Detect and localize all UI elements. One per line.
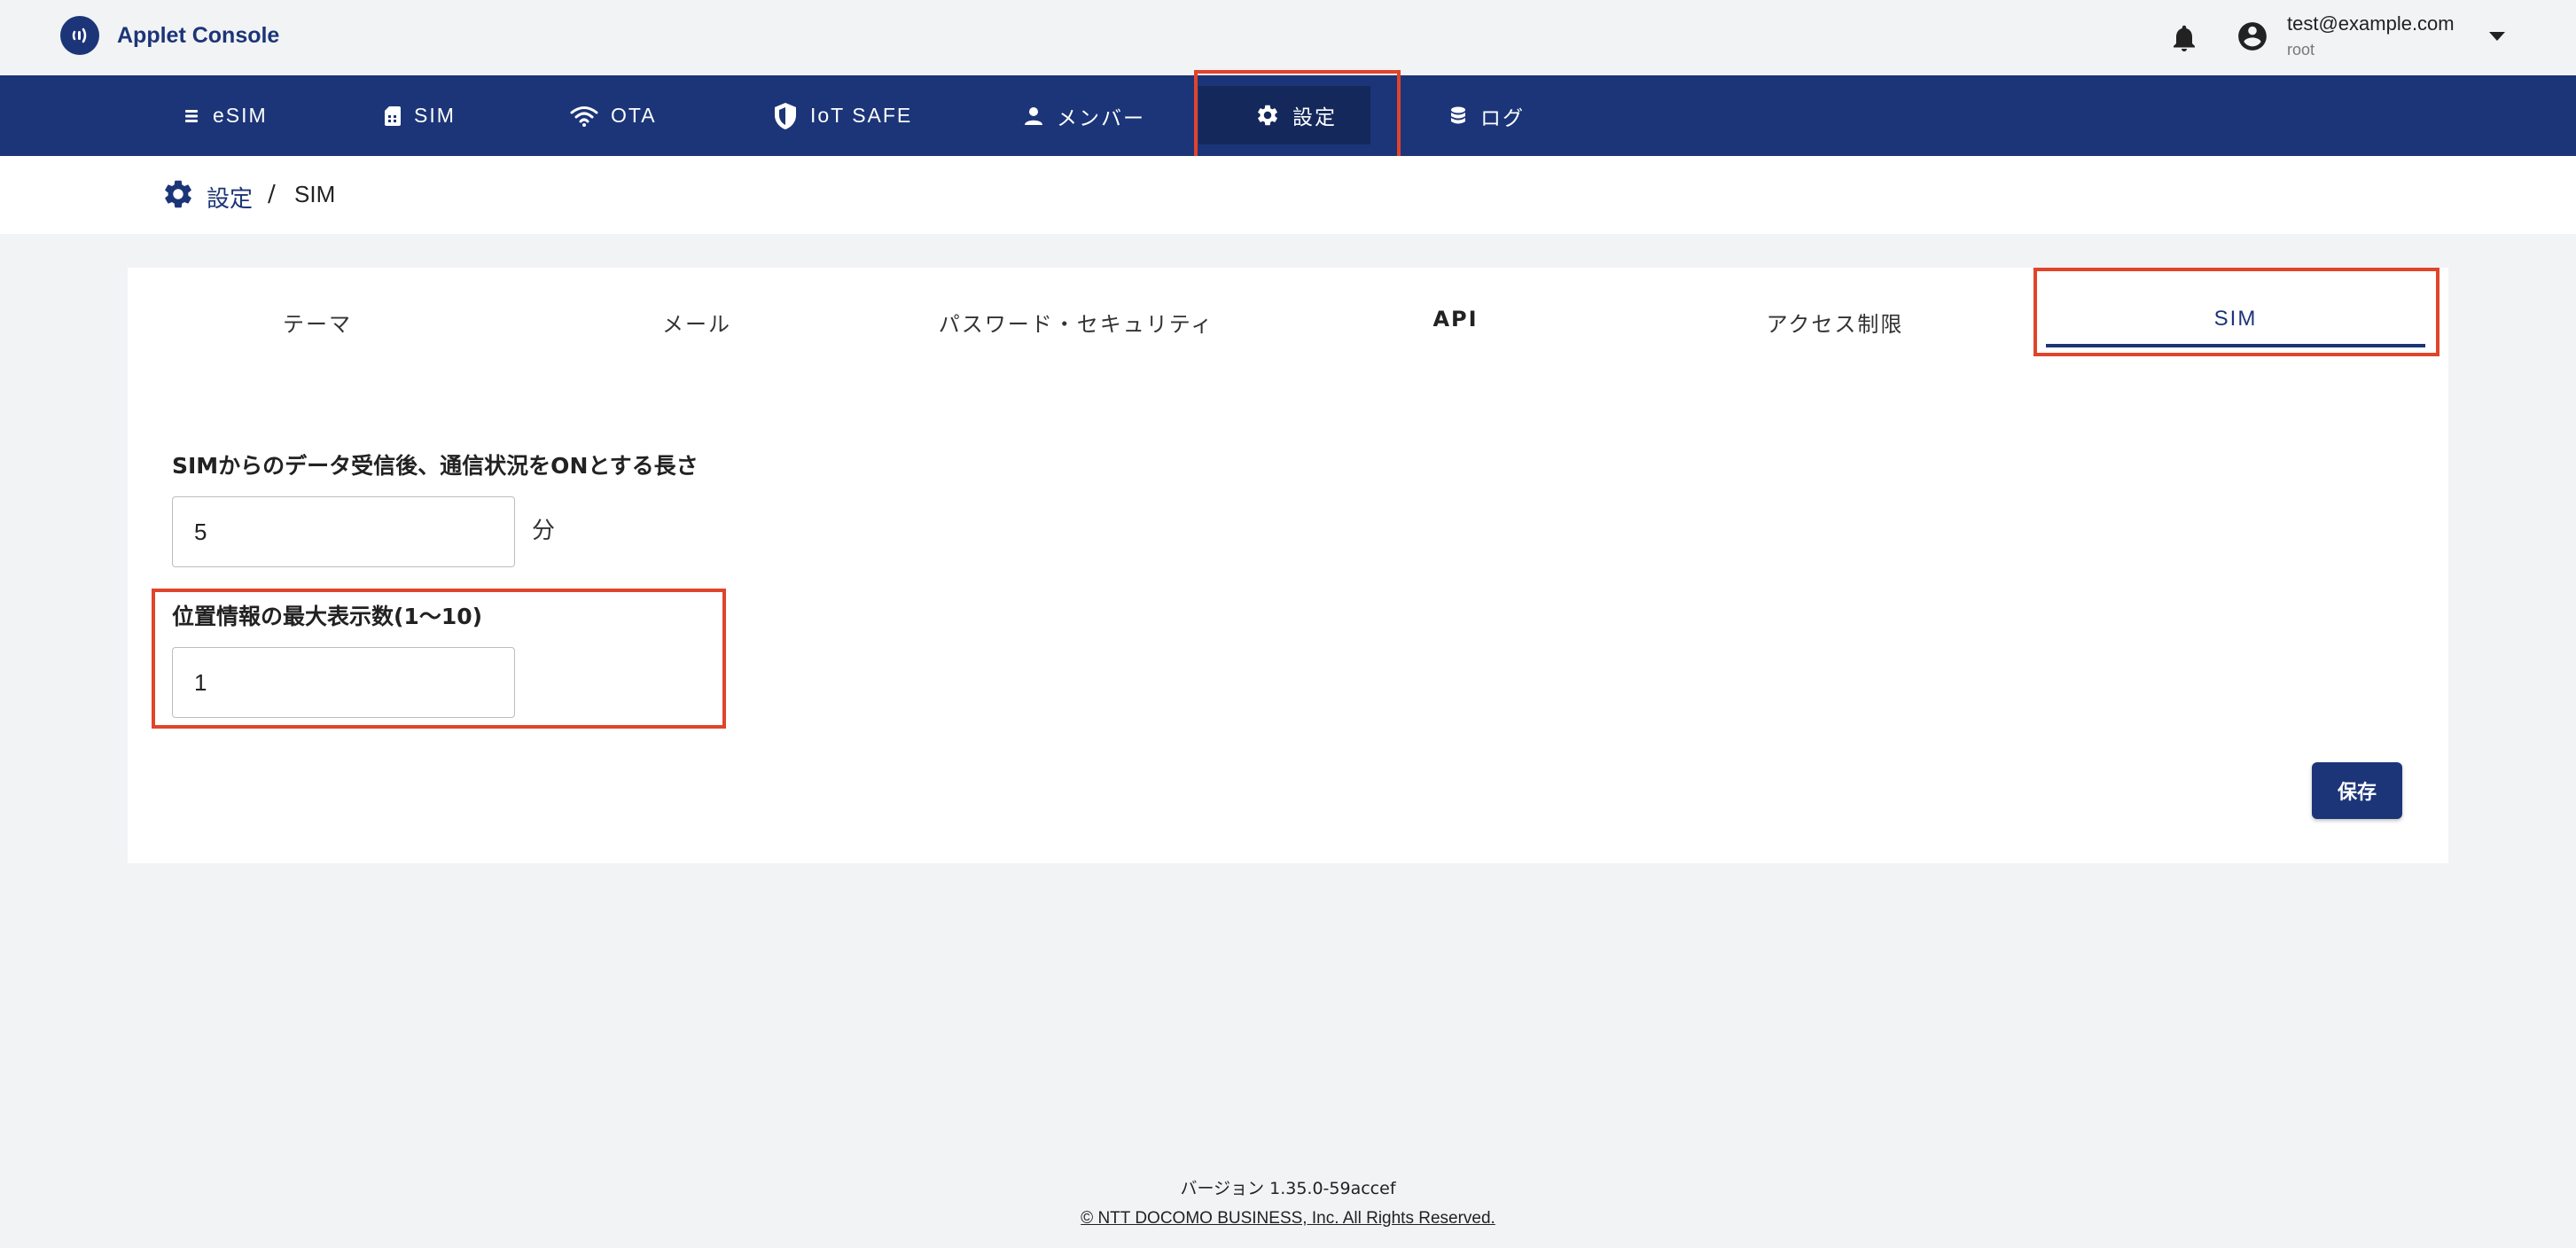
max-locations-input[interactable] (172, 647, 515, 718)
nav-item-settings[interactable]: 設定 (1198, 86, 1370, 144)
minutes-unit-label: 分 (532, 518, 556, 544)
nav-item-label: 設定 (1292, 105, 1337, 129)
online-duration-label: SIMからのデータ受信後、通信状況をONとする長さ (172, 453, 699, 479)
chevron-down-icon[interactable] (2487, 30, 2507, 43)
breadcrumb-settings-link[interactable]: 設定 (207, 181, 253, 214)
account-role: root (2287, 41, 2315, 58)
tab-access-restriction[interactable]: アクセス制限 (1645, 307, 2025, 351)
tab-api[interactable]: API (1266, 307, 1645, 351)
save-button[interactable]: 保存 (2312, 762, 2402, 819)
account-email[interactable]: test@example.com (2287, 12, 2455, 35)
breadcrumb-current: SIM (294, 181, 336, 207)
account-circle-icon[interactable] (2236, 20, 2269, 53)
sim-card-icon (385, 105, 401, 126)
breadcrumb-separator: / (268, 181, 276, 207)
nav-item-logs[interactable]: ログ (1448, 75, 1525, 156)
app-title[interactable]: Applet Console (117, 23, 279, 49)
online-duration-input[interactable] (172, 496, 515, 567)
main-nav: eSIM SIM OTA IoT SAFE メンバー 設定 ログ (0, 75, 2576, 156)
version-text: バージョン 1.35.0-59accef (1180, 1179, 1396, 1198)
nav-item-label: IoT SAFE (810, 104, 913, 127)
active-tab-indicator (2046, 344, 2425, 347)
gear-icon (1258, 105, 1277, 126)
settings-tabs: テーマ メール パスワード・セキュリティ API アクセス制限 SIM (128, 268, 2448, 392)
person-icon (1025, 106, 1042, 125)
nav-item-iot-safe[interactable]: IoT SAFE (773, 75, 912, 156)
nav-item-ota[interactable]: OTA (570, 75, 657, 156)
app-logo-icon[interactable] (60, 16, 99, 55)
esim-icon (185, 109, 198, 122)
nav-item-members[interactable]: メンバー (1023, 75, 1145, 156)
tab-mail[interactable]: メール (507, 307, 886, 351)
nav-item-label: eSIM (213, 104, 268, 127)
top-header: Applet Console test@example.com root (0, 0, 2576, 75)
nav-item-label: ログ (1480, 105, 1525, 129)
shield-icon (775, 102, 796, 129)
tab-theme[interactable]: テーマ (128, 307, 507, 351)
max-locations-label: 位置情報の最大表示数(1〜10) (172, 604, 483, 629)
nav-item-label: メンバー (1057, 105, 1145, 129)
tab-password-security[interactable]: パスワード・セキュリティ (886, 307, 1266, 351)
copyright-link[interactable]: © NTT DOCOMO BUSINESS, Inc. All Rights R… (0, 1209, 2576, 1228)
nav-item-label: SIM (414, 104, 456, 127)
breadcrumb: 設定 / SIM (0, 156, 2576, 234)
notification-bell-icon[interactable] (2168, 21, 2200, 55)
gear-icon (165, 180, 191, 208)
nav-item-esim[interactable]: eSIM (183, 75, 268, 156)
nav-item-sim[interactable]: SIM (384, 75, 456, 156)
settings-card: テーマ メール パスワード・セキュリティ API アクセス制限 SIM SIMか… (128, 268, 2448, 863)
database-icon (1451, 106, 1465, 123)
nav-item-label: OTA (611, 104, 657, 127)
wifi-icon (570, 105, 598, 127)
